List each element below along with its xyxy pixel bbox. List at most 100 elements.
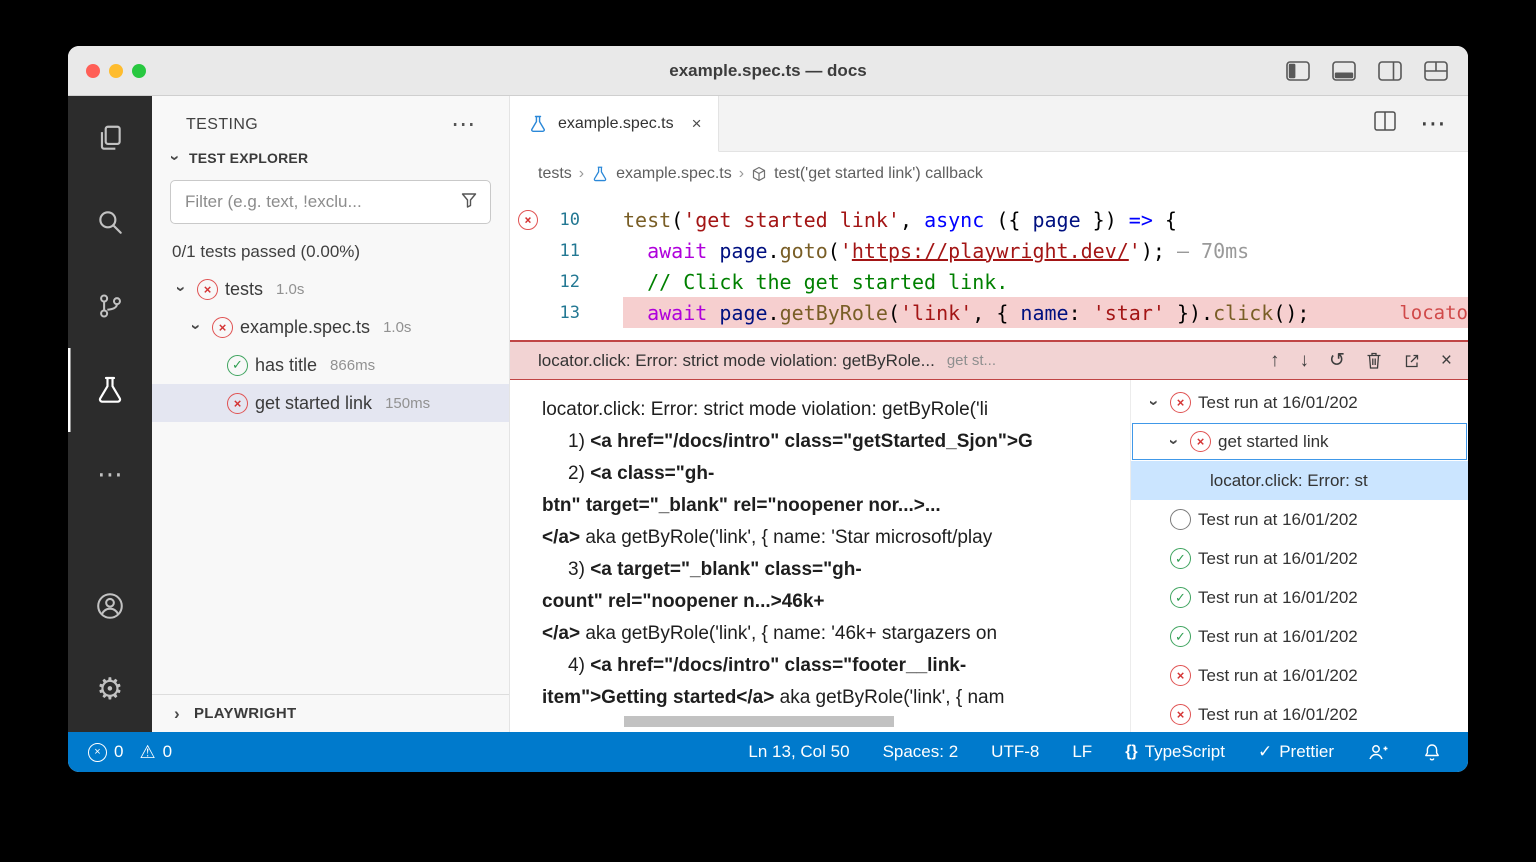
check-icon: ✓: [1257, 742, 1273, 761]
error-icon: ×: [1190, 431, 1211, 452]
test-run-item[interactable]: ›×Test run at 16/01/202: [1131, 656, 1468, 695]
peek-error-widget: locator.click: Error: strict mode violat…: [510, 340, 1468, 732]
next-error-icon[interactable]: ↓: [1299, 351, 1309, 370]
titlebar[interactable]: example.spec.ts — docs: [68, 46, 1468, 96]
indentation-setting[interactable]: Spaces: 2: [883, 742, 959, 762]
minimize-window-button[interactable]: [109, 64, 123, 78]
open-in-editor-icon[interactable]: [1403, 352, 1421, 370]
code-line[interactable]: × 10 test('get started link', async ({ pag…: [510, 204, 1468, 235]
explorer-icon[interactable]: [68, 96, 152, 180]
close-window-button[interactable]: [86, 64, 100, 78]
source-control-icon[interactable]: [68, 264, 152, 348]
tab-example-spec-ts[interactable]: example.spec.ts ×: [510, 96, 719, 152]
activity-bar: ⋯ ⚙: [68, 96, 152, 732]
test-run-item[interactable]: ›✓Test run at 16/01/202: [1131, 578, 1468, 617]
line-number: 10: [559, 209, 580, 230]
test-duration: 1.0s: [383, 318, 412, 336]
breadcrumb-symbol[interactable]: test('get started link') callback: [774, 165, 983, 183]
split-editor-icon[interactable]: [1374, 111, 1396, 136]
error-icon: ×: [212, 316, 233, 338]
pending-icon: [1170, 509, 1191, 530]
error-icon: ×: [1170, 704, 1191, 725]
warning-icon: ⚠: [139, 742, 156, 762]
test-tree-item[interactable]: › × example.spec.ts 1.0s: [152, 308, 509, 346]
status-bar: × 0 ⚠ 0 Ln 13, Col 50 Spaces: 2 UTF-8 LF…: [68, 732, 1468, 772]
breadcrumb-file[interactable]: example.spec.ts: [616, 165, 732, 183]
result-label: Test run at 16/01/202: [1198, 392, 1358, 412]
test-run-item[interactable]: ›Test run at 16/01/202: [1131, 500, 1468, 539]
feedback-icon[interactable]: [1367, 742, 1389, 762]
notifications-bell-icon[interactable]: [1422, 742, 1442, 762]
code-line[interactable]: 12 // Click the get started link.: [510, 266, 1468, 297]
error-message-line: </a> aka getByRole('link', { name: 'Star…: [542, 527, 993, 548]
close-peek-icon[interactable]: ×: [1441, 351, 1452, 370]
line-number: 13: [559, 302, 580, 323]
code-line[interactable]: 11 await page.goto('https://playwright.d…: [510, 235, 1468, 266]
chevron-right-icon: ›: [738, 165, 745, 182]
cursor-position[interactable]: Ln 13, Col 50: [748, 742, 849, 762]
beaker-icon: [591, 165, 609, 183]
testing-icon[interactable]: [68, 348, 152, 432]
test-run-item[interactable]: ›✓Test run at 16/01/202: [1131, 539, 1468, 578]
account-icon[interactable]: [68, 564, 152, 648]
settings-gear-icon[interactable]: ⚙: [68, 648, 152, 732]
testing-sidebar: TESTING ⋯ › TEST EXPLORER 0/1 tests pass…: [152, 96, 510, 732]
more-actions-icon[interactable]: ⋯: [1420, 110, 1446, 137]
test-run-item[interactable]: ›locator.click: Error: st: [1131, 461, 1468, 500]
pass-icon: ✓: [1170, 548, 1191, 569]
filter-icon[interactable]: [460, 191, 478, 214]
code-editor[interactable]: × 10 test('get started link', async ({ pag…: [510, 196, 1468, 340]
code-line[interactable]: 13 await page.getByRole('link', { name: …: [510, 297, 1468, 328]
error-message-line: item">Getting started</a> aka getByRole(…: [542, 687, 1005, 708]
more-actions-icon[interactable]: ⋯: [451, 113, 475, 136]
code-text: // Click the get started link.: [647, 269, 1009, 294]
previous-error-icon[interactable]: ↑: [1270, 351, 1280, 370]
horizontal-scrollbar[interactable]: [624, 716, 894, 727]
formatter-label: Prettier: [1279, 742, 1334, 761]
test-run-item[interactable]: ›×Test run at 16/01/202: [1131, 383, 1468, 422]
sidebar-header: TESTING ⋯: [152, 96, 509, 142]
close-tab-icon[interactable]: ×: [692, 114, 702, 134]
error-message-line: btn" target="_blank" rel="noopener nor..…: [542, 495, 941, 516]
test-tree-item[interactable]: ›✓has title866ms: [152, 346, 509, 384]
toggle-secondary-sidebar-icon[interactable]: [1378, 61, 1402, 86]
test-results-panel: › × Test run at 16/01/202 › × get started lin…: [1130, 380, 1468, 732]
test-name: tests: [225, 278, 264, 299]
encoding-setting[interactable]: UTF-8: [991, 742, 1039, 762]
result-label: Test run at 16/01/202: [1198, 626, 1358, 646]
test-tree: ›×tests1.0s›×example.spec.ts1.0s›✓has ti…: [152, 270, 509, 422]
test-tree-item[interactable]: › × tests 1.0s: [152, 270, 509, 308]
test-run-item[interactable]: ›✓Test run at 16/01/202: [1131, 617, 1468, 656]
code-content: // Click the get started link.: [623, 266, 1468, 297]
chevron-right-icon: ›: [578, 165, 585, 182]
formatter-status[interactable]: ✓ Prettier: [1258, 742, 1334, 762]
pass-icon: ✓: [227, 354, 248, 376]
playwright-section-header[interactable]: › PLAYWRIGHT: [152, 694, 509, 732]
eol-setting[interactable]: LF: [1072, 742, 1092, 762]
status-right: Ln 13, Col 50 Spaces: 2 UTF-8 LF {} Type…: [748, 742, 1442, 762]
chevron-down-icon: ›: [1145, 399, 1164, 406]
test-filter-input[interactable]: [185, 192, 452, 212]
problems-summary[interactable]: × 0 ⚠ 0: [88, 742, 172, 762]
tab-bar: example.spec.ts × ⋯: [510, 96, 1468, 152]
test-run-item[interactable]: ›×Test run at 16/01/202: [1131, 695, 1468, 732]
search-icon[interactable]: [68, 180, 152, 264]
toggle-primary-sidebar-icon[interactable]: [1286, 61, 1310, 86]
editor-group: example.spec.ts × ⋯ tests › example.spec…: [510, 96, 1468, 732]
test-filter-box: [170, 180, 491, 224]
more-views-icon[interactable]: ⋯: [68, 432, 152, 516]
breadcrumb-folder[interactable]: tests: [538, 165, 572, 183]
peek-title: locator.click: Error: strict mode violat…: [538, 350, 935, 370]
warning-count: 0: [162, 742, 173, 761]
customize-layout-icon[interactable]: [1424, 61, 1448, 86]
error-message-line: 2) <a class="gh-: [568, 463, 715, 484]
test-run-item[interactable]: › × get started link: [1131, 422, 1468, 461]
error-message-line: </a> aka getByRole('link', { name: '46k+…: [542, 623, 998, 644]
trash-icon[interactable]: [1365, 351, 1383, 370]
language-mode[interactable]: {} TypeScript: [1125, 742, 1225, 762]
toggle-panel-icon[interactable]: [1332, 61, 1356, 86]
test-tree-item[interactable]: ›×get started link150ms: [152, 384, 509, 422]
test-explorer-section-header[interactable]: › TEST EXPLORER: [152, 142, 509, 174]
zoom-window-button[interactable]: [132, 64, 146, 78]
history-icon[interactable]: ↺: [1329, 351, 1345, 370]
